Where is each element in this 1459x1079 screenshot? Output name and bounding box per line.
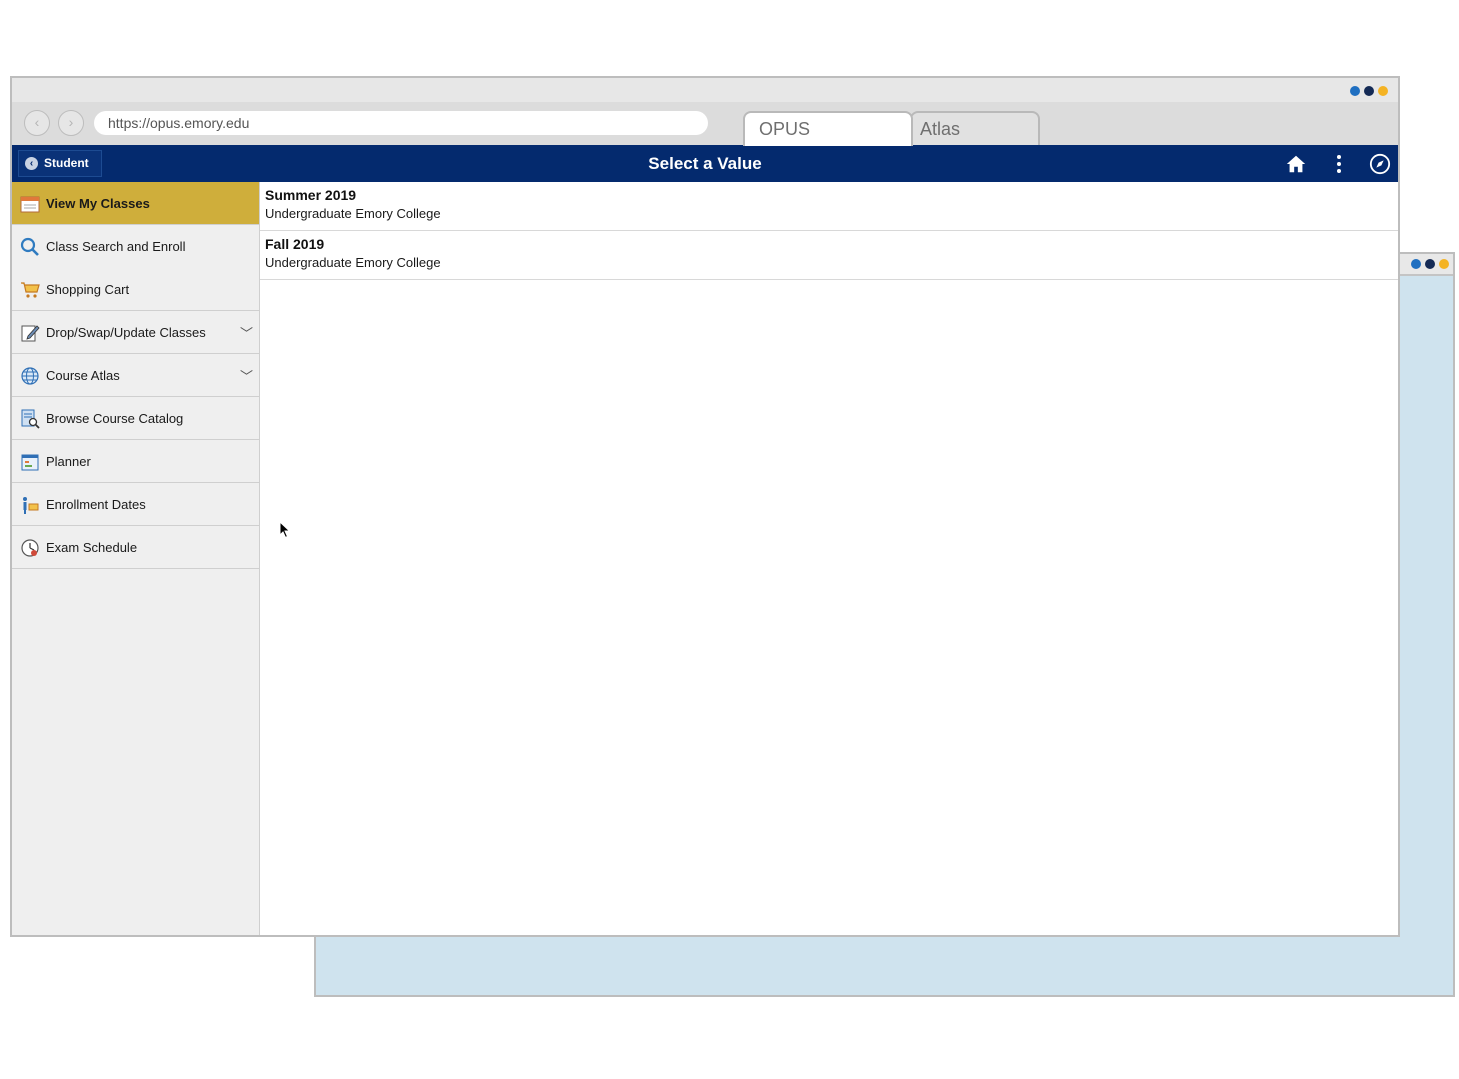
- term-row[interactable]: Fall 2019 Undergraduate Emory College: [260, 231, 1398, 280]
- sidebar-item-label: Drop/Swap/Update Classes: [46, 324, 206, 340]
- window-dot-navy: [1425, 259, 1435, 269]
- student-back-button[interactable]: ‹ Student: [18, 150, 102, 177]
- window-dot-blue: [1411, 259, 1421, 269]
- cart-icon: [20, 280, 40, 300]
- tab-opus[interactable]: OPUS: [743, 111, 913, 146]
- chevron-down-icon[interactable]: ﹀: [240, 366, 253, 385]
- sidebar-item-view-my-classes[interactable]: View My Classes: [12, 182, 259, 225]
- calendar-icon: [20, 194, 40, 214]
- student-back-label: Student: [44, 156, 89, 170]
- forward-arrow-icon[interactable]: ›: [58, 110, 84, 136]
- sidebar-item-planner[interactable]: Planner: [12, 440, 259, 483]
- window-dot-blue[interactable]: [1350, 86, 1360, 96]
- sidebar: View My Classes Class Search and Enroll …: [12, 182, 260, 935]
- sidebar-item-course-atlas[interactable]: Course Atlas ﹀: [12, 354, 259, 397]
- back-arrow-icon[interactable]: ‹: [24, 110, 50, 136]
- window-dot-amber: [1439, 259, 1449, 269]
- sidebar-item-label: Class Search and Enroll: [46, 239, 186, 254]
- planner-icon: [20, 452, 40, 472]
- term-career: Undergraduate Emory College: [265, 255, 441, 270]
- sidebar-item-exam-schedule[interactable]: Exam Schedule: [12, 526, 259, 569]
- sidebar-item-drop-swap-update[interactable]: Drop/Swap/Update Classes ﹀: [12, 311, 259, 354]
- sidebar-item-label: Exam Schedule: [46, 539, 138, 555]
- window-titlebar: [12, 78, 1398, 102]
- globe-icon: [20, 366, 40, 386]
- edit-icon: [20, 323, 40, 343]
- term-row[interactable]: Summer 2019 Undergraduate Emory College: [260, 182, 1398, 231]
- sidebar-item-label: Course Atlas: [46, 367, 120, 383]
- stage: ‹ › https://opus.emory.edu Atlas OPUS ‹ …: [0, 0, 1459, 1079]
- term-career: Undergraduate Emory College: [265, 206, 441, 221]
- catalog-icon: [20, 409, 40, 429]
- sidebar-item-label: View My Classes: [46, 195, 150, 211]
- sidebar-item-label: Planner: [46, 453, 91, 469]
- search-icon: [20, 237, 40, 257]
- term-title: Summer 2019: [265, 187, 357, 203]
- home-icon[interactable]: [1284, 152, 1308, 176]
- term-title: Fall 2019: [265, 236, 325, 252]
- window-dot-amber[interactable]: [1378, 86, 1388, 96]
- enrollment-icon: [20, 495, 40, 515]
- mouse-cursor-icon: [279, 520, 291, 544]
- page-title: Select a Value: [648, 154, 762, 173]
- compass-icon[interactable]: [1368, 152, 1392, 176]
- clock-icon: [20, 538, 40, 558]
- more-vertical-icon[interactable]: [1327, 152, 1351, 176]
- url-bar[interactable]: https://opus.emory.edu: [94, 111, 708, 135]
- sidebar-item-class-search[interactable]: Class Search and Enroll: [12, 225, 259, 268]
- sidebar-item-browse-catalog[interactable]: Browse Course Catalog: [12, 397, 259, 440]
- term-list: Summer 2019 Undergraduate Emory College …: [260, 182, 1398, 935]
- chevron-down-icon[interactable]: ﹀: [240, 323, 253, 342]
- sidebar-item-shopping-cart[interactable]: Shopping Cart: [12, 268, 259, 311]
- sidebar-item-label: Browse Course Catalog: [46, 410, 184, 426]
- sidebar-item-label: Shopping Cart: [46, 281, 130, 297]
- window-dot-navy[interactable]: [1364, 86, 1374, 96]
- main-window: ‹ › https://opus.emory.edu Atlas OPUS ‹ …: [10, 76, 1400, 937]
- page-header: ‹ Student Select a Value: [12, 145, 1398, 182]
- tab-atlas[interactable]: Atlas: [910, 111, 1040, 146]
- browser-toolbar: ‹ › https://opus.emory.edu Atlas OPUS: [12, 102, 1398, 146]
- sidebar-item-label: Enrollment Dates: [46, 496, 146, 512]
- sidebar-item-enrollment-dates[interactable]: Enrollment Dates: [12, 483, 259, 526]
- chevron-left-icon: ‹: [25, 157, 38, 170]
